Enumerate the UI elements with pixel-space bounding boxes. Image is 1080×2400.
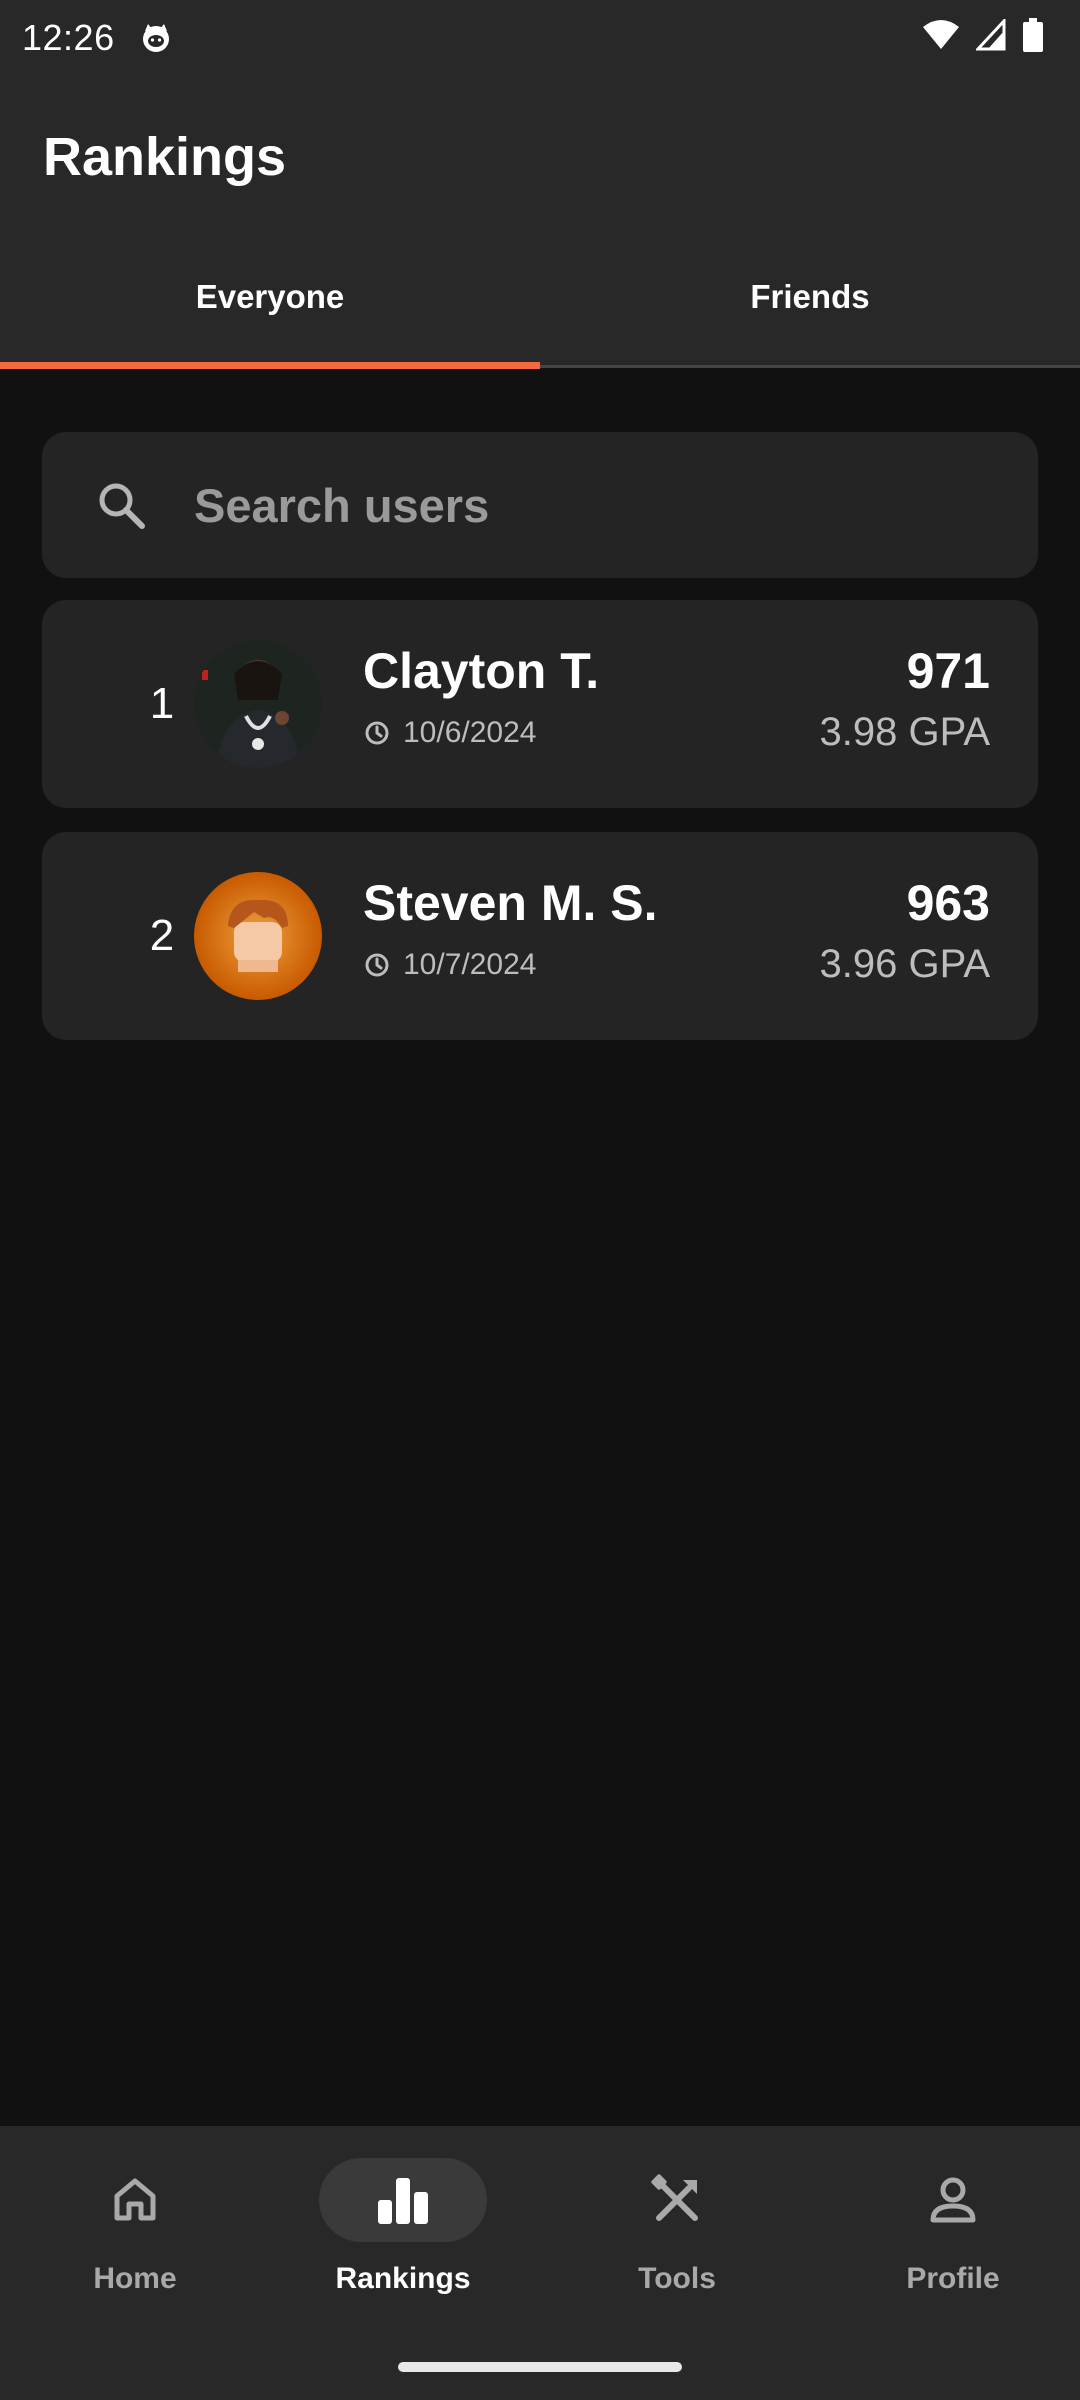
tab-everyone[interactable]: Everyone [0,246,540,368]
person-icon [930,2177,976,2223]
cellular-signal-icon [976,19,1006,51]
avatar [194,872,322,1000]
battery-icon [1023,18,1043,52]
status-time: 12:26 [22,17,115,58]
gpa: 3.96 GPA [819,942,990,986]
clock-icon [365,953,389,977]
gesture-home-indicator[interactable] [398,2362,682,2372]
tab-label: Everyone [195,278,345,315]
tab-bar: Everyone Friends [0,246,1080,369]
bottom-navigation: Home Rankings Tools Profile [0,2126,1080,2400]
nav-label: Home [93,2262,177,2295]
search-input[interactable] [194,472,974,538]
user-photo-avatar [194,872,322,1000]
cat-app-icon [142,24,169,52]
avatar [194,640,322,768]
nav-item-rankings[interactable]: Rankings [268,2158,538,2308]
score: 971 [906,643,990,699]
active-tab-indicator [0,362,540,369]
join-date: 10/6/2024 [403,716,537,749]
nav-item-profile[interactable]: Profile [818,2158,1080,2308]
nav-label: Profile [906,2262,1000,2295]
search-icon [99,483,145,529]
status-bar: 12:26 [0,0,1080,76]
ranking-row[interactable]: 2 Steven M. S. 10/7/2024 963 3.96 GPA [42,832,1038,1040]
page-title: Rankings [43,127,287,187]
ranking-row[interactable]: 1 Clayton T. 10/6/2024 971 3.98 GPA [42,600,1038,808]
date-row: 10/6/2024 [363,716,536,750]
nav-icon-container [593,2158,761,2242]
tab-friends[interactable]: Friends [540,246,1080,368]
nav-icon-container [51,2158,219,2242]
user-photo-avatar [194,640,322,768]
score: 963 [906,875,990,931]
nav-item-tools[interactable]: Tools [542,2158,812,2308]
gpa: 3.98 GPA [819,710,990,754]
search-box[interactable] [42,432,1038,578]
user-name: Clayton T. [363,643,600,699]
wifi-icon [923,20,959,49]
nav-label: Tools [638,2262,716,2295]
app-header: Rankings Everyone Friends [0,76,1080,369]
date-row: 10/7/2024 [363,948,536,982]
home-icon [114,2178,156,2221]
clock-icon [365,721,389,745]
nav-icon-container [319,2158,487,2242]
nav-item-home[interactable]: Home [0,2158,270,2308]
tab-label: Friends [750,278,870,315]
user-name: Steven M. S. [363,875,658,931]
nav-label: Rankings [335,2262,471,2295]
bar-chart-icon [378,2178,428,2224]
nav-icon-container [869,2158,1037,2242]
tools-icon [651,2174,698,2221]
join-date: 10/7/2024 [403,948,537,981]
